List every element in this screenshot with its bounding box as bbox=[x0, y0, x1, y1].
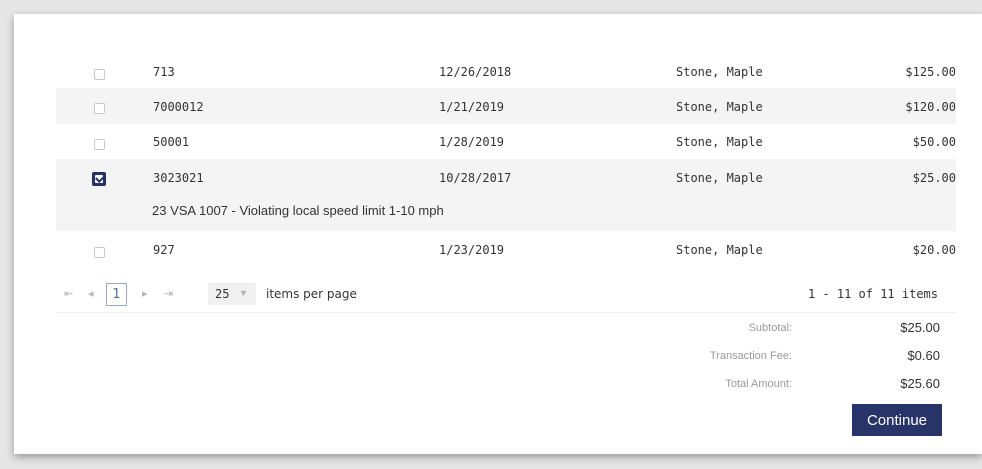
row-checkbox[interactable] bbox=[94, 69, 105, 80]
payment-card: 713 12/26/2018 Stone, Maple $125.00 7000… bbox=[14, 14, 982, 454]
citation-date: 12/26/2018 bbox=[439, 65, 512, 79]
first-page-icon[interactable]: ⇤ bbox=[64, 287, 73, 300]
citation-date: 1/23/2019 bbox=[439, 243, 505, 257]
table-row-selected[interactable]: 3023021 10/28/2017 Stone, Maple $25.00 2… bbox=[56, 159, 956, 231]
current-page-button[interactable]: 1 bbox=[106, 283, 127, 306]
citation-date: 10/28/2017 bbox=[439, 171, 512, 185]
subtotal-label: Subtotal: bbox=[748, 322, 792, 334]
citation-amount: $20.00 bbox=[912, 243, 956, 257]
citation-amount: $25.00 bbox=[912, 171, 956, 185]
citation-description: 23 VSA 1007 - Violating local speed limi… bbox=[152, 203, 444, 218]
subtotal-value: $25.00 bbox=[900, 320, 940, 335]
total-amount-label: Total Amount: bbox=[725, 378, 792, 390]
citation-name: Stone, Maple bbox=[676, 100, 763, 114]
citation-number: 50001 bbox=[153, 135, 190, 149]
citation-number: 7000012 bbox=[153, 100, 204, 114]
row-checkbox[interactable] bbox=[94, 139, 105, 150]
citation-amount: $50.00 bbox=[912, 135, 956, 149]
transaction-fee-value: $0.60 bbox=[907, 348, 940, 363]
citation-number: 713 bbox=[153, 65, 175, 79]
citation-name: Stone, Maple bbox=[676, 135, 763, 149]
citation-number: 3023021 bbox=[153, 171, 204, 185]
table-row[interactable]: 713 12/26/2018 Stone, Maple $125.00 bbox=[56, 14, 956, 88]
table-row[interactable]: 7000012 1/21/2019 Stone, Maple $120.00 bbox=[56, 88, 956, 124]
row-checkbox-checked[interactable] bbox=[92, 172, 106, 186]
table-row[interactable]: 50001 1/28/2019 Stone, Maple $50.00 bbox=[56, 124, 956, 159]
citation-number: 927 bbox=[153, 243, 175, 257]
row-checkbox[interactable] bbox=[94, 103, 105, 114]
row-checkbox[interactable] bbox=[94, 247, 105, 258]
table-row[interactable]: 927 1/23/2019 Stone, Maple $20.00 bbox=[56, 231, 956, 278]
citation-name: Stone, Maple bbox=[676, 171, 763, 185]
checkmark-icon bbox=[95, 173, 105, 183]
continue-button[interactable]: Continue bbox=[852, 404, 942, 436]
citation-date: 1/28/2019 bbox=[439, 135, 505, 149]
total-amount-value: $25.60 bbox=[900, 376, 940, 391]
prev-page-icon[interactable]: ◂ bbox=[88, 287, 94, 300]
last-page-icon[interactable]: ⇥ bbox=[164, 287, 173, 300]
page-size-select[interactable]: 25 ▼ bbox=[208, 283, 256, 305]
citation-name: Stone, Maple bbox=[676, 243, 763, 257]
citation-amount: $125.00 bbox=[905, 65, 956, 79]
transaction-fee-label: Transaction Fee: bbox=[709, 350, 792, 362]
chevron-down-icon: ▼ bbox=[239, 288, 248, 298]
citation-amount: $120.00 bbox=[905, 100, 956, 114]
citation-name: Stone, Maple bbox=[676, 65, 763, 79]
pager-info: 1 - 11 of 11 items bbox=[807, 287, 938, 301]
citation-date: 1/21/2019 bbox=[439, 100, 505, 114]
pager: ⇤ ◂ 1 ▸ ⇥ 25 ▼ items per page 1 - 11 of … bbox=[56, 278, 956, 313]
items-per-page-label: items per page bbox=[266, 287, 357, 301]
next-page-icon[interactable]: ▸ bbox=[142, 287, 148, 300]
page-size-value: 25 bbox=[215, 287, 230, 301]
